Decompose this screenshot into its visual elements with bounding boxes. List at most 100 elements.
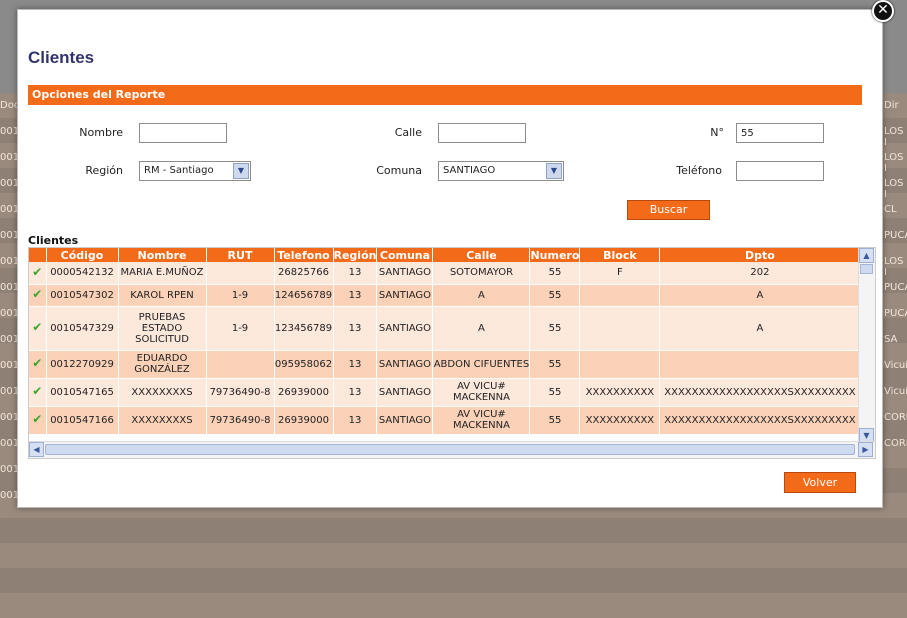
cell-numero: 55 <box>529 406 581 435</box>
clientes-modal: Clientes Opciones del Reporte Nombre Cal… <box>17 9 883 508</box>
row-check-cell[interactable]: ✔ <box>29 406 47 435</box>
telefono-label: Teléfono <box>676 164 722 177</box>
cell-rut: 1-9 <box>206 306 275 351</box>
background-row <box>0 518 907 543</box>
cell-nombre: MARIA E.MUÑOZ <box>118 262 207 285</box>
chevron-down-icon[interactable]: ▼ <box>233 163 249 179</box>
background-right-text: PUCA <box>884 230 907 241</box>
checkmark-icon: ✔ <box>32 287 43 301</box>
cell-numero: 55 <box>529 306 581 351</box>
grid-header-código[interactable]: Código <box>46 248 119 262</box>
table-row[interactable]: ✔ 0000542132 MARIA E.MUÑOZ 26825766 13 SANTIA… <box>29 262 861 285</box>
table-row[interactable]: ✔ 0010547329 PRUEBAS ESTADO SOLICITUD 1-9 12… <box>29 306 861 351</box>
cell-calle: AV VICU# MACKENNA <box>432 378 531 407</box>
background-row <box>0 543 907 568</box>
vertical-scrollbar[interactable]: ▲ ▼ <box>858 248 875 443</box>
background-right-text: LOS I <box>884 178 904 200</box>
horizontal-scroll-thumb[interactable] <box>45 444 855 455</box>
cell-region: 13 <box>333 350 378 379</box>
cell-nombre: XXXXXXXXS <box>118 378 207 407</box>
grid-header-block[interactable]: Block <box>579 248 661 262</box>
cell-calle: A <box>432 284 531 307</box>
vertical-scroll-thumb[interactable] <box>860 264 873 274</box>
cell-telefono: 26939000 <box>274 378 334 407</box>
cell-dpto <box>659 350 861 379</box>
grid-header-nombre[interactable]: Nombre <box>118 248 207 262</box>
table-row[interactable]: ✔ 0010547166 XXXXXXXXS 79736490-8 26939000 13… <box>29 406 861 435</box>
table-row[interactable]: ✔ 0010547165 XXXXXXXXS 79736490-8 26939000 13… <box>29 378 861 407</box>
background-row <box>0 568 907 593</box>
cell-rut <box>206 350 275 379</box>
results-title: Clientes <box>28 234 79 247</box>
cell-rut: 79736490-8 <box>206 406 275 435</box>
scroll-up-icon[interactable]: ▲ <box>859 248 874 263</box>
background-row <box>0 593 907 618</box>
background-right-text: PUCA <box>884 308 907 319</box>
chevron-down-icon[interactable]: ▼ <box>546 163 562 179</box>
cell-dpto: A <box>659 306 861 351</box>
checkmark-icon: ✔ <box>32 412 43 426</box>
grid-header-numero[interactable]: Numero <box>529 248 581 262</box>
cell-region: 13 <box>333 406 378 435</box>
telefono-input[interactable] <box>736 161 824 181</box>
cell-nombre: EDUARDO GONZÁLEZ <box>118 350 207 379</box>
background-right-text: CORD <box>884 438 907 449</box>
cell-comuna: SANTIAGO <box>376 406 434 435</box>
grid-header-check <box>29 248 47 262</box>
clientes-grid: Código Nombre RUT Telefono Región Comuna Calle… <box>28 247 876 459</box>
cell-block: XXXXXXXXXX <box>579 406 661 435</box>
cell-codigo: 0010547165 <box>46 378 119 407</box>
clientes-table: Código Nombre RUT Telefono Región Comuna Calle… <box>29 248 861 435</box>
cell-rut <box>206 262 275 285</box>
background-right-text: Dir <box>884 100 899 111</box>
numero-input[interactable] <box>736 123 824 143</box>
region-selected-value: RM - Santiago <box>144 165 214 176</box>
cell-nombre: KAROL RPEN <box>118 284 207 307</box>
cell-block <box>579 306 661 351</box>
checkmark-icon: ✔ <box>32 384 43 398</box>
checkmark-icon: ✔ <box>32 320 43 334</box>
cell-rut: 1-9 <box>206 284 275 307</box>
background-right-text: CL <box>884 204 897 215</box>
grid-header-dpto[interactable]: Dpto <box>659 248 861 262</box>
cell-codigo: 0012270929 <box>46 350 119 379</box>
grid-header-comuna[interactable]: Comuna <box>376 248 434 262</box>
region-select[interactable]: RM - Santiago ▼ <box>139 161 251 181</box>
row-check-cell[interactable]: ✔ <box>29 350 47 379</box>
cell-calle: SOTOMAYOR <box>432 262 531 285</box>
cell-comuna: SANTIAGO <box>376 350 434 379</box>
cell-telefono: 26825766 <box>274 262 334 285</box>
table-row[interactable]: ✔ 0012270929 EDUARDO GONZÁLEZ 095958062 13 SA… <box>29 350 861 379</box>
horizontal-scrollbar[interactable]: ◀ ▶ <box>29 441 875 458</box>
close-icon[interactable]: ✕ <box>872 0 894 22</box>
cell-telefono: 123456789 <box>274 306 334 351</box>
grid-header-calle[interactable]: Calle <box>432 248 531 262</box>
comuna-selected-value: SANTIAGO <box>443 165 496 176</box>
comuna-select[interactable]: SANTIAGO ▼ <box>438 161 564 181</box>
nombre-input[interactable] <box>139 123 227 143</box>
calle-input[interactable] <box>438 123 526 143</box>
buscar-button[interactable]: Buscar <box>627 200 710 220</box>
row-check-cell[interactable]: ✔ <box>29 284 47 307</box>
cell-rut: 79736490-8 <box>206 378 275 407</box>
row-check-cell[interactable]: ✔ <box>29 306 47 351</box>
table-row[interactable]: ✔ 0010547302 KAROL RPEN 1-9 124656789 13 SANTI… <box>29 284 861 307</box>
grid-header-rut[interactable]: RUT <box>206 248 275 262</box>
background-right-text: Vicuí <box>884 360 907 371</box>
cell-dpto: XXXXXXXXXXXXXXXXXXSXXXXXXXXX <box>659 406 861 435</box>
numero-label: N° <box>710 126 724 139</box>
scroll-left-icon[interactable]: ◀ <box>29 442 44 457</box>
cell-comuna: SANTIAGO <box>376 284 434 307</box>
row-check-cell[interactable]: ✔ <box>29 262 47 285</box>
cell-telefono: 124656789 <box>274 284 334 307</box>
grid-header-telefono[interactable]: Telefono <box>274 248 334 262</box>
scroll-right-icon[interactable]: ▶ <box>858 442 873 457</box>
row-check-cell[interactable]: ✔ <box>29 378 47 407</box>
cell-telefono: 095958062 <box>274 350 334 379</box>
volver-button[interactable]: Volver <box>784 472 856 493</box>
cell-calle: ABDON CIFUENTES <box>432 350 531 379</box>
cell-comuna: SANTIAGO <box>376 262 434 285</box>
cell-dpto: A <box>659 284 861 307</box>
grid-header-región[interactable]: Región <box>333 248 378 262</box>
cell-nombre: XXXXXXXXS <box>118 406 207 435</box>
